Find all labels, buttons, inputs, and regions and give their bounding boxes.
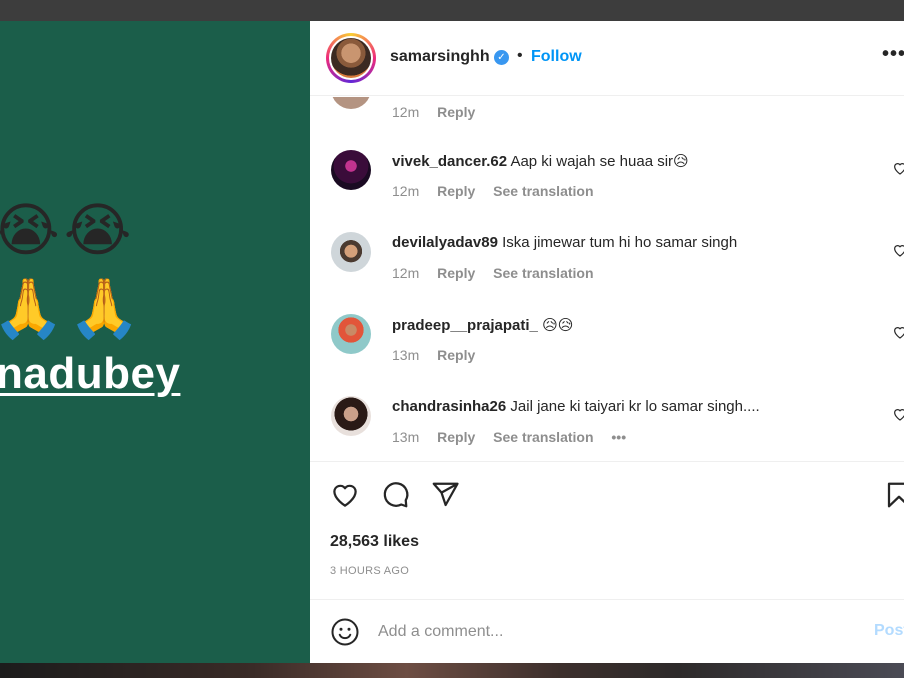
comment-line: vivek_dancer.62 Aap ki wajah se huaa sir…	[392, 152, 689, 170]
follow-button[interactable]: Follow	[531, 48, 582, 66]
post-header: samarsinghh ✓ • Follow •••	[310, 21, 904, 96]
post-timestamp: 3 HOURS AGO	[330, 565, 410, 577]
bookmark-icon[interactable]	[884, 480, 904, 510]
comment-more-icon[interactable]: •••	[611, 429, 626, 445]
comment-time: 12m	[392, 265, 420, 281]
post-side-panel: samarsinghh ✓ • Follow ••• 12m Reply viv…	[310, 21, 904, 663]
author-username[interactable]: samarsinghh	[390, 48, 490, 66]
list-item: chandrasinha26 Jail jane ki taiyari kr l…	[310, 396, 904, 456]
share-icon[interactable]	[430, 480, 460, 510]
avatar[interactable]	[331, 396, 371, 436]
heart-icon[interactable]	[892, 160, 904, 176]
reply-button[interactable]: Reply	[437, 347, 475, 363]
comments-list[interactable]: 12m Reply vivek_dancer.62 Aap ki wajah s…	[310, 97, 904, 461]
post-button[interactable]: Post	[874, 622, 904, 640]
comment-meta: 12m Reply See translation	[392, 265, 608, 281]
comment-time: 12m	[392, 183, 420, 199]
see-translation-button[interactable]: See translation	[493, 265, 593, 281]
author-avatar[interactable]	[326, 33, 376, 83]
comment-time: 13m	[392, 429, 420, 445]
crying-emoji-row: 😭😭	[0, 196, 136, 264]
heart-icon[interactable]	[892, 242, 904, 258]
reply-button[interactable]: Reply	[437, 265, 475, 281]
comment-time: 13m	[392, 347, 420, 363]
reply-button[interactable]: Reply	[437, 183, 475, 199]
comment-line: devilalyadav89 Iska jimewar tum hi ho sa…	[392, 234, 737, 251]
comment-text: 😥😥	[542, 317, 574, 334]
comment-text: Aap ki wajah se huaa sir😥	[510, 153, 689, 170]
avatar[interactable]	[331, 232, 371, 272]
comment-meta: 13m Reply	[392, 347, 489, 363]
see-translation-button[interactable]: See translation	[493, 429, 593, 445]
comment-icon[interactable]	[380, 480, 410, 510]
comment-username[interactable]: vivek_dancer.62	[392, 153, 507, 170]
list-item: vivek_dancer.62 Aap ki wajah se huaa sir…	[310, 150, 904, 210]
more-options-icon[interactable]: •••	[882, 43, 904, 66]
comment-input[interactable]	[378, 620, 858, 644]
comment-username[interactable]: chandrasinha26	[392, 398, 506, 415]
separator-dot: •	[517, 47, 523, 64]
list-item: pradeep__prajapati_ 😥😥 13m Reply	[310, 314, 904, 374]
comment-line: pradeep__prajapati_ 😥😥	[392, 316, 573, 334]
smile-icon[interactable]	[330, 617, 360, 647]
heart-icon[interactable]	[892, 406, 904, 422]
add-comment-bar: Post	[310, 599, 904, 663]
comment-time: 12m	[392, 104, 420, 120]
avatar[interactable]	[331, 314, 371, 354]
post-actions: 28,563 likes 3 HOURS AGO	[310, 461, 904, 599]
reply-button[interactable]: Reply	[437, 104, 475, 120]
comment-meta: 12m Reply See translation	[392, 183, 608, 199]
comment-text: Iska jimewar tum hi ho samar singh	[502, 234, 738, 251]
comment-meta: 13m Reply See translation •••	[392, 429, 640, 445]
reply-button[interactable]: Reply	[437, 429, 475, 445]
comment-text: Jail jane ki taiyari kr lo samar singh..…	[510, 398, 760, 415]
verified-badge-icon: ✓	[494, 50, 509, 65]
list-item: 12m Reply	[310, 97, 904, 131]
comment-username[interactable]: pradeep__prajapati_	[392, 317, 538, 334]
comment-line: chandrasinha26 Jail jane ki taiyari kr l…	[392, 398, 760, 415]
comment-meta: 12m Reply	[392, 104, 489, 120]
post-image: 😭😭 🙏🙏 nadubey	[0, 21, 310, 663]
background-strip-bottom	[0, 663, 904, 678]
heart-icon[interactable]	[330, 480, 360, 510]
avatar[interactable]	[331, 97, 371, 109]
background-strip-top	[0, 0, 904, 21]
see-translation-button[interactable]: See translation	[493, 183, 593, 199]
folded-hands-emoji-row: 🙏🙏	[0, 274, 145, 342]
list-item: devilalyadav89 Iska jimewar tum hi ho sa…	[310, 232, 904, 292]
heart-icon[interactable]	[892, 324, 904, 340]
comment-username[interactable]: devilalyadav89	[392, 234, 498, 251]
likes-count[interactable]: 28,563 likes	[330, 533, 419, 551]
image-mention-text: nadubey	[0, 349, 181, 398]
avatar[interactable]	[331, 150, 371, 190]
